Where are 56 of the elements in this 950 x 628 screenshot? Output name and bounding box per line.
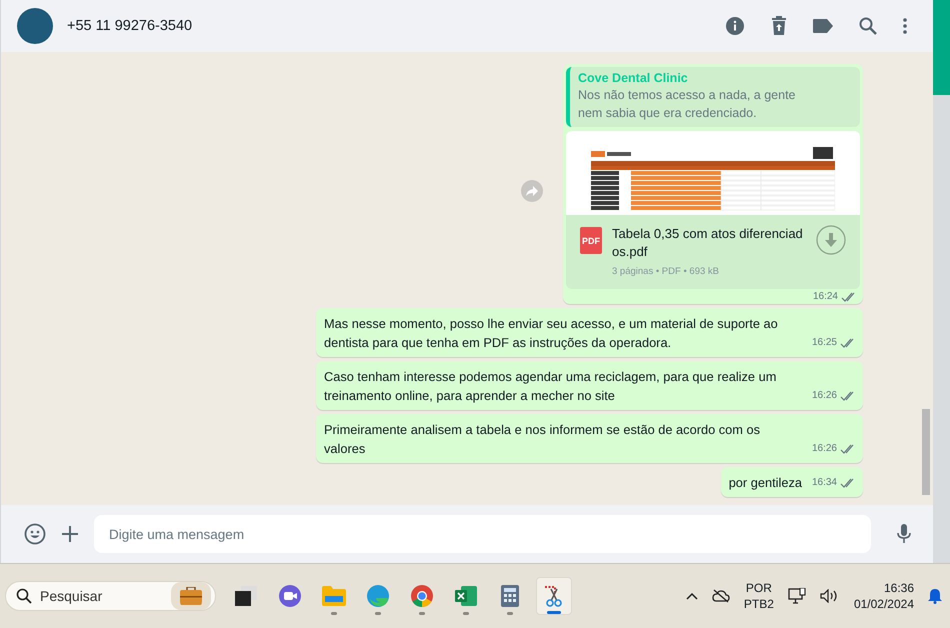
message-time: 16:26: [812, 442, 837, 456]
message-text: Caso tenham interesse podemos agendar uma reciclagem, para que realize um treinamento online, para aprender a mecher no site: [324, 368, 778, 405]
pdf-file-icon: PDF: [580, 227, 602, 254]
bell-icon[interactable]: [928, 588, 942, 604]
language-indicator[interactable]: POR PTB2: [744, 580, 774, 612]
clock-date: 01/02/2024: [854, 596, 914, 612]
double-check-icon: [841, 292, 856, 302]
trash-icon[interactable]: [771, 16, 787, 36]
file-details: 3 páginas • PDF • 693 kB: [612, 266, 720, 277]
quote-author: Cove Dental Clinic: [578, 71, 689, 85]
folder-icon: [322, 586, 346, 606]
message-text: Mas nesse momento, posso lhe enviar seu acesso, e um material de suporte ao dentista para que tenha em PDF as instruções da operadora.: [324, 315, 779, 352]
double-check-icon: [840, 338, 855, 348]
quote-text: Nos não temos acesso a nada, a gente nem sabia que era credenciado.: [578, 87, 797, 122]
network-icon[interactable]: [788, 588, 806, 604]
video-chat-icon: [279, 585, 301, 607]
file-name: Tabela 0,35 com atos diferenciados.pdf: [612, 225, 804, 261]
windows-stack-icon: [235, 586, 257, 606]
taskbar-app[interactable]: [536, 577, 572, 615]
briefcase-icon: [171, 582, 211, 610]
microphone-icon[interactable]: [897, 524, 911, 544]
quoted-message[interactable]: Cove Dental Clinic Nos não temos acesso a nada, a gente nem sabia que era credenciado.: [566, 67, 860, 127]
message-text: por gentileza: [728, 474, 802, 492]
message-time: 16:34: [812, 476, 837, 490]
calculator-icon: [501, 585, 519, 607]
chevron-up-icon[interactable]: [686, 592, 698, 600]
message-text: Primeiramente analisem a tabela e nos informem se estão de acordo com os valores: [324, 421, 761, 458]
clock-time: 16:36: [884, 580, 914, 596]
taskbar-search[interactable]: Pesquisar: [5, 581, 216, 611]
menu-icon[interactable]: [903, 18, 907, 34]
browser-circle-icon: [411, 585, 433, 607]
spreadsheet-icon: [455, 585, 477, 607]
message-input[interactable]: Digite uma mensagem: [94, 515, 871, 553]
search-placeholder: Pesquisar: [40, 588, 104, 604]
scrollbar-thumb[interactable]: [922, 409, 930, 495]
document-attachment[interactable]: PDF Tabela 0,35 com atos diferenciados.pdf 3 páginas • PDF • 693 kB: [566, 215, 860, 289]
clock[interactable]: 16:36 01/02/2024: [854, 580, 914, 612]
contact-avatar[interactable]: [17, 8, 53, 44]
double-check-icon: [840, 390, 855, 400]
double-check-icon: [840, 478, 855, 488]
message-time: 16:25: [812, 336, 837, 350]
plus-icon[interactable]: [62, 526, 78, 542]
info-icon[interactable]: [725, 16, 745, 36]
contact-number[interactable]: +55 11 99276-3540: [67, 18, 725, 34]
language-code: POR: [746, 580, 772, 596]
search-icon[interactable]: [859, 17, 877, 35]
search-icon: [16, 588, 32, 604]
cloud-off-icon[interactable]: [712, 589, 730, 603]
label-icon[interactable]: [813, 19, 833, 33]
double-check-icon: [840, 444, 855, 454]
message-time: 16:26: [812, 389, 837, 403]
browser-swirl-icon: [367, 585, 389, 607]
message-time: 16:24: [812, 291, 838, 302]
keyboard-layout: PTB2: [744, 596, 774, 612]
emoji-icon[interactable]: [24, 523, 46, 545]
document-preview-drawing[interactable]: [566, 131, 860, 215]
